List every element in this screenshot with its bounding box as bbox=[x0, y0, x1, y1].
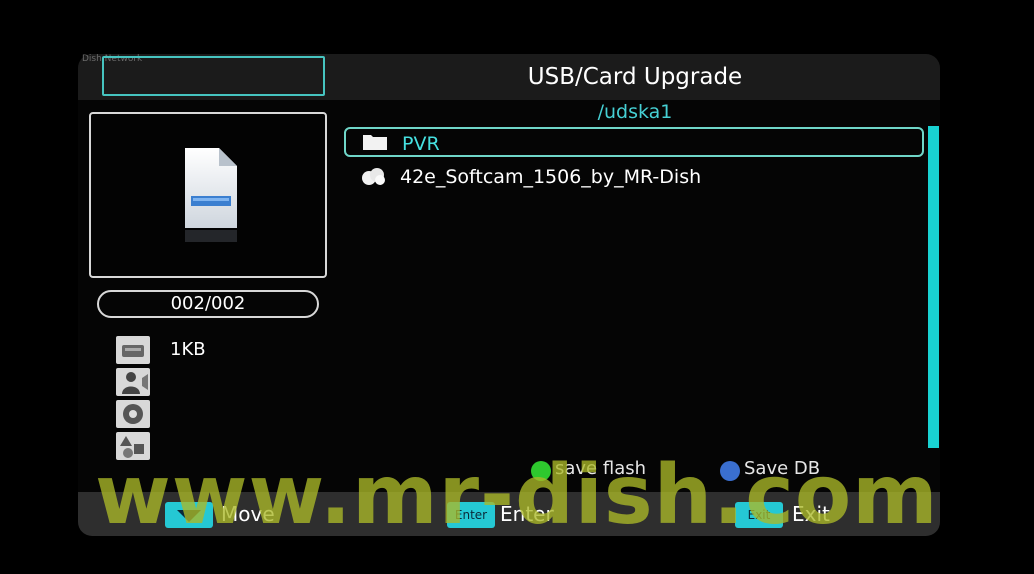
folder-icon bbox=[363, 135, 387, 150]
info-box bbox=[102, 56, 325, 96]
page-title: USB/Card Upgrade bbox=[527, 64, 743, 90]
file-size: 1KB bbox=[170, 339, 206, 360]
list-item[interactable]: 42e_Softcam_1506_by_MR-Dish bbox=[344, 162, 924, 192]
file-counter: 002/002 bbox=[97, 290, 319, 318]
file-cloud-icon bbox=[362, 168, 385, 185]
list-item-label: 42e_Softcam_1506_by_MR-Dish bbox=[400, 166, 702, 188]
list-item-label: PVR bbox=[402, 133, 440, 155]
watermark-text: www.mr-dish.com bbox=[95, 448, 939, 543]
file-preview bbox=[89, 112, 327, 278]
user-icon bbox=[116, 368, 150, 396]
current-path: /udska1 bbox=[597, 101, 673, 123]
disc-icon bbox=[116, 400, 150, 428]
list-item[interactable]: PVR bbox=[344, 127, 924, 157]
scrollbar[interactable] bbox=[928, 126, 939, 448]
drive-icon bbox=[116, 336, 150, 364]
file-icon bbox=[185, 148, 237, 242]
